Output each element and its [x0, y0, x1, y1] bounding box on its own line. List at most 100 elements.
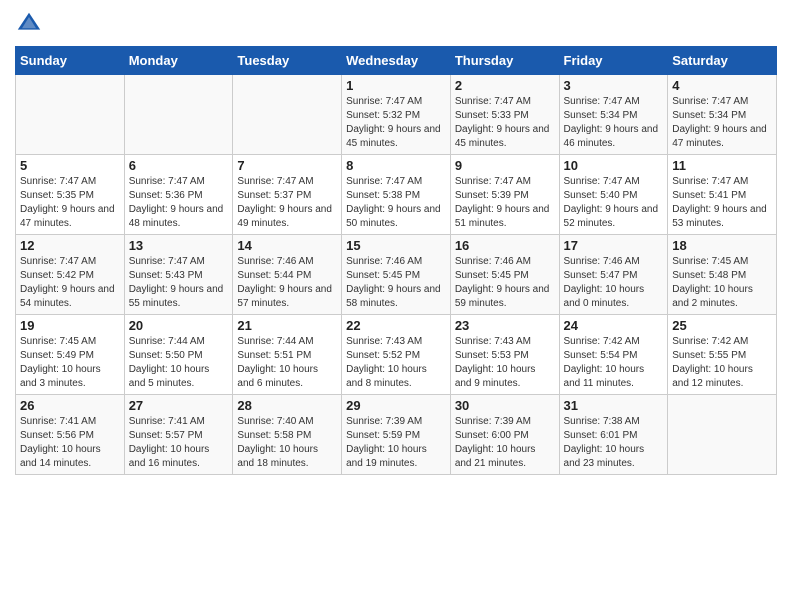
day-cell: 23 Sunrise: 7:43 AM Sunset: 5:53 PM Dayli… [450, 315, 559, 395]
day-info: Sunrise: 7:47 AM Sunset: 5:33 PM Dayligh… [455, 95, 555, 151]
day-info: Sunrise: 7:43 AM Sunset: 5:52 PM Dayligh… [346, 335, 446, 391]
day-cell: 18 Sunrise: 7:45 AM Sunset: 5:48 PM Dayli… [668, 235, 777, 315]
day-info: Sunrise: 7:47 AM Sunset: 5:41 PM Dayligh… [672, 175, 772, 231]
day-number: 31 [564, 398, 664, 413]
day-number: 18 [672, 238, 772, 253]
day-info: Sunrise: 7:41 AM Sunset: 5:57 PM Dayligh… [129, 415, 229, 471]
day-number: 21 [237, 318, 337, 333]
day-number: 22 [346, 318, 446, 333]
day-number: 20 [129, 318, 229, 333]
day-cell: 29 Sunrise: 7:39 AM Sunset: 5:59 PM Dayli… [342, 395, 451, 475]
day-number: 24 [564, 318, 664, 333]
day-info: Sunrise: 7:46 AM Sunset: 5:45 PM Dayligh… [346, 255, 446, 311]
day-info: Sunrise: 7:47 AM Sunset: 5:32 PM Dayligh… [346, 95, 446, 151]
day-cell: 14 Sunrise: 7:46 AM Sunset: 5:44 PM Dayli… [233, 235, 342, 315]
day-number: 19 [20, 318, 120, 333]
day-info: Sunrise: 7:47 AM Sunset: 5:34 PM Dayligh… [672, 95, 772, 151]
day-info: Sunrise: 7:46 AM Sunset: 5:45 PM Dayligh… [455, 255, 555, 311]
day-number: 12 [20, 238, 120, 253]
day-cell [233, 75, 342, 155]
day-cell: 6 Sunrise: 7:47 AM Sunset: 5:36 PM Daylig… [124, 155, 233, 235]
day-number: 8 [346, 158, 446, 173]
day-info: Sunrise: 7:47 AM Sunset: 5:37 PM Dayligh… [237, 175, 337, 231]
day-info: Sunrise: 7:38 AM Sunset: 6:01 PM Dayligh… [564, 415, 664, 471]
day-cell: 17 Sunrise: 7:46 AM Sunset: 5:47 PM Dayli… [559, 235, 668, 315]
logo-icon [15, 10, 43, 38]
day-cell: 19 Sunrise: 7:45 AM Sunset: 5:49 PM Dayli… [16, 315, 125, 395]
day-info: Sunrise: 7:47 AM Sunset: 5:39 PM Dayligh… [455, 175, 555, 231]
day-number: 30 [455, 398, 555, 413]
day-number: 9 [455, 158, 555, 173]
day-info: Sunrise: 7:41 AM Sunset: 5:56 PM Dayligh… [20, 415, 120, 471]
logo [15, 10, 47, 38]
day-cell: 30 Sunrise: 7:39 AM Sunset: 6:00 PM Dayli… [450, 395, 559, 475]
day-cell: 10 Sunrise: 7:47 AM Sunset: 5:40 PM Dayli… [559, 155, 668, 235]
day-cell: 3 Sunrise: 7:47 AM Sunset: 5:34 PM Daylig… [559, 75, 668, 155]
week-row-5: 26 Sunrise: 7:41 AM Sunset: 5:56 PM Dayli… [16, 395, 777, 475]
day-cell: 20Sunrise: 7:44 AM Sunset: 5:50 PM Dayli… [124, 315, 233, 395]
day-info: Sunrise: 7:42 AM Sunset: 5:55 PM Dayligh… [672, 335, 772, 391]
day-number: 7 [237, 158, 337, 173]
day-cell: 28Sunrise: 7:40 AM Sunset: 5:58 PM Dayli… [233, 395, 342, 475]
day-cell: 9 Sunrise: 7:47 AM Sunset: 5:39 PM Daylig… [450, 155, 559, 235]
day-cell: 22 Sunrise: 7:43 AM Sunset: 5:52 PM Dayli… [342, 315, 451, 395]
day-number: 16 [455, 238, 555, 253]
day-number: 15 [346, 238, 446, 253]
day-info: Sunrise: 7:44 AM Sunset: 5:51 PM Dayligh… [237, 335, 337, 391]
day-cell: 31 Sunrise: 7:38 AM Sunset: 6:01 PM Dayli… [559, 395, 668, 475]
day-header-saturday: Saturday [668, 47, 777, 75]
day-cell: 13Sunrise: 7:47 AM Sunset: 5:43 PM Dayli… [124, 235, 233, 315]
day-info: Sunrise: 7:47 AM Sunset: 5:36 PM Dayligh… [129, 175, 229, 231]
day-number: 10 [564, 158, 664, 173]
day-number: 5 [20, 158, 120, 173]
day-number: 27 [129, 398, 229, 413]
day-info: Sunrise: 7:46 AM Sunset: 5:44 PM Dayligh… [237, 255, 337, 311]
day-info: Sunrise: 7:45 AM Sunset: 5:48 PM Dayligh… [672, 255, 772, 311]
day-number: 14 [237, 238, 337, 253]
day-cell: 1 Sunrise: 7:47 AM Sunset: 5:32 PM Daylig… [342, 75, 451, 155]
calendar: SundayMondayTuesdayWednesdayThursdayFrid… [15, 46, 777, 475]
day-number: 1 [346, 78, 446, 93]
day-number: 23 [455, 318, 555, 333]
day-info: Sunrise: 7:47 AM Sunset: 5:43 PM Dayligh… [129, 255, 229, 311]
day-cell: 8Sunrise: 7:47 AM Sunset: 5:38 PM Daylig… [342, 155, 451, 235]
day-cell: 16 Sunrise: 7:46 AM Sunset: 5:45 PM Dayli… [450, 235, 559, 315]
day-info: Sunrise: 7:39 AM Sunset: 5:59 PM Dayligh… [346, 415, 446, 471]
day-cell: 12Sunrise: 7:47 AM Sunset: 5:42 PM Dayli… [16, 235, 125, 315]
day-number: 4 [672, 78, 772, 93]
day-number: 26 [20, 398, 120, 413]
day-info: Sunrise: 7:40 AM Sunset: 5:58 PM Dayligh… [237, 415, 337, 471]
day-cell: 4 Sunrise: 7:47 AM Sunset: 5:34 PM Daylig… [668, 75, 777, 155]
day-info: Sunrise: 7:47 AM Sunset: 5:40 PM Dayligh… [564, 175, 664, 231]
day-cell: 2 Sunrise: 7:47 AM Sunset: 5:33 PM Daylig… [450, 75, 559, 155]
day-info: Sunrise: 7:43 AM Sunset: 5:53 PM Dayligh… [455, 335, 555, 391]
week-row-2: 5 Sunrise: 7:47 AM Sunset: 5:35 PM Daylig… [16, 155, 777, 235]
day-number: 6 [129, 158, 229, 173]
day-number: 25 [672, 318, 772, 333]
day-header-thursday: Thursday [450, 47, 559, 75]
day-info: Sunrise: 7:45 AM Sunset: 5:49 PM Dayligh… [20, 335, 120, 391]
day-cell [668, 395, 777, 475]
header [15, 10, 777, 38]
day-number: 17 [564, 238, 664, 253]
day-cell: 21 Sunrise: 7:44 AM Sunset: 5:51 PM Dayli… [233, 315, 342, 395]
day-info: Sunrise: 7:46 AM Sunset: 5:47 PM Dayligh… [564, 255, 664, 311]
week-row-1: 1 Sunrise: 7:47 AM Sunset: 5:32 PM Daylig… [16, 75, 777, 155]
day-header-monday: Monday [124, 47, 233, 75]
day-info: Sunrise: 7:47 AM Sunset: 5:35 PM Dayligh… [20, 175, 120, 231]
day-cell: 26 Sunrise: 7:41 AM Sunset: 5:56 PM Dayli… [16, 395, 125, 475]
day-cell: 15 Sunrise: 7:46 AM Sunset: 5:45 PM Dayli… [342, 235, 451, 315]
day-cell: 7 Sunrise: 7:47 AM Sunset: 5:37 PM Daylig… [233, 155, 342, 235]
day-cell: 11 Sunrise: 7:47 AM Sunset: 5:41 PM Dayli… [668, 155, 777, 235]
day-cell [124, 75, 233, 155]
week-row-3: 12Sunrise: 7:47 AM Sunset: 5:42 PM Dayli… [16, 235, 777, 315]
day-info: Sunrise: 7:39 AM Sunset: 6:00 PM Dayligh… [455, 415, 555, 471]
day-cell: 27 Sunrise: 7:41 AM Sunset: 5:57 PM Dayli… [124, 395, 233, 475]
day-number: 29 [346, 398, 446, 413]
day-info: Sunrise: 7:47 AM Sunset: 5:34 PM Dayligh… [564, 95, 664, 151]
day-number: 11 [672, 158, 772, 173]
day-cell: 24Sunrise: 7:42 AM Sunset: 5:54 PM Dayli… [559, 315, 668, 395]
page: SundayMondayTuesdayWednesdayThursdayFrid… [0, 0, 792, 485]
day-number: 3 [564, 78, 664, 93]
day-number: 2 [455, 78, 555, 93]
